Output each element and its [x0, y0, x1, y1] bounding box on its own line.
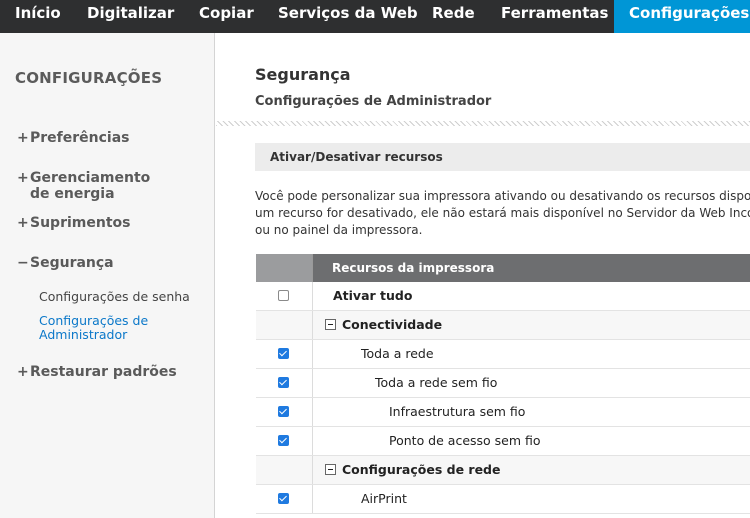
sidebar-item-suprimentos[interactable]: +Suprimentos	[17, 215, 130, 231]
tab-ferramentas[interactable]: Ferramentas	[501, 0, 608, 33]
feature-label: Conectividade	[342, 317, 443, 332]
feature-cell: Infraestrutura sem fio	[313, 398, 750, 426]
checkbox-cell	[256, 340, 313, 368]
table-group-row: Configurações de rede	[256, 456, 750, 485]
expand-icon: +	[17, 130, 29, 146]
page-title: Segurança	[255, 65, 351, 84]
collapse-icon[interactable]	[325, 319, 336, 330]
checkbox-checked[interactable]	[278, 493, 289, 504]
table-row: Toda a rede sem fio	[256, 369, 750, 398]
feature-label: Infraestrutura sem fio	[389, 404, 526, 419]
sidebar-subitem-configuracoes-de-senha[interactable]: Configurações de senha	[39, 290, 190, 304]
table-row: Ponto de acesso sem fio	[256, 427, 750, 456]
feature-label: Configurações de rede	[342, 462, 501, 477]
sidebar-item-restaurar-padroes[interactable]: +Restaurar padrões	[17, 364, 177, 380]
tab-copiar[interactable]: Copiar	[199, 0, 254, 33]
column-header: Recursos da impressora	[332, 261, 495, 275]
section-title: Ativar/Desativar recursos	[270, 150, 443, 164]
feature-cell: Conectividade	[313, 311, 750, 339]
checkbox-checked[interactable]	[278, 435, 289, 446]
table-row: Toda a rede	[256, 340, 750, 369]
main-content: Segurança Configurações de Administrador…	[216, 33, 750, 518]
checkbox-cell	[256, 398, 313, 426]
feature-cell: Toda a rede sem fio	[313, 369, 750, 397]
sidebar-item-label: Preferências	[30, 130, 130, 146]
checkbox-cell	[256, 427, 313, 455]
checkbox-cell	[256, 369, 313, 397]
sidebar-item-gerenciamento-de-energia[interactable]: +Gerenciamento de energia	[17, 170, 170, 202]
expand-icon: +	[17, 364, 29, 380]
feature-label: Ativar tudo	[333, 288, 413, 303]
table-row: AirPrint	[256, 485, 750, 514]
feature-cell: Ponto de acesso sem fio	[313, 427, 750, 455]
feature-label: Toda a rede	[361, 346, 434, 361]
sidebar-item-seguranca[interactable]: −Segurança	[17, 255, 114, 271]
checkbox-cell	[256, 311, 313, 339]
table-row: Ativar tudo	[256, 282, 750, 311]
sidebar-item-preferencias[interactable]: +Preferências	[17, 130, 130, 146]
sidebar-item-label: Restaurar padrões	[30, 364, 177, 380]
header-checkbox-column	[256, 254, 313, 282]
checkbox-checked[interactable]	[278, 406, 289, 417]
expand-icon: +	[17, 170, 29, 186]
feature-cell: Toda a rede	[313, 340, 750, 368]
checkbox-cell	[256, 456, 313, 484]
table-header: Recursos da impressora	[256, 254, 750, 282]
checkbox-checked[interactable]	[278, 377, 289, 388]
sidebar-title: CONFIGURAÇÕES	[15, 69, 163, 87]
feature-label: Ponto de acesso sem fio	[389, 433, 541, 448]
sidebar-item-label: Suprimentos	[30, 215, 131, 231]
sidebar-item-label: Gerenciamento de energia	[30, 170, 151, 202]
collapse-icon: −	[17, 255, 29, 271]
table-row: Infraestrutura sem fio	[256, 398, 750, 427]
feature-cell: Configurações de rede	[313, 456, 750, 484]
divider	[216, 121, 750, 126]
feature-cell: AirPrint	[313, 485, 750, 513]
tab-servicos-da-web[interactable]: Serviços da Web	[278, 0, 418, 33]
feature-label: Toda a rede sem fio	[375, 375, 498, 390]
sidebar: CONFIGURAÇÕES +Preferências +Gerenciamen…	[0, 33, 215, 518]
features-table: Recursos da impressora Ativar tudo Conect…	[256, 254, 750, 514]
feature-label: AirPrint	[361, 491, 407, 506]
collapse-icon[interactable]	[325, 464, 336, 475]
feature-cell: Ativar tudo	[313, 282, 750, 310]
top-nav: Início Digitalizar Copiar Serviços da We…	[0, 0, 750, 33]
section-description: Você pode personalizar sua impressora at…	[255, 189, 750, 237]
page-subtitle: Configurações de Administrador	[255, 94, 492, 109]
sidebar-subitem-configuracoes-de-administrador[interactable]: Configurações de Administrador	[39, 314, 159, 342]
checkbox-cell	[256, 485, 313, 513]
tab-digitalizar[interactable]: Digitalizar	[87, 0, 174, 33]
checkbox[interactable]	[278, 290, 289, 301]
expand-icon: +	[17, 215, 29, 231]
checkbox-checked[interactable]	[278, 348, 289, 359]
section-header: Ativar/Desativar recursos	[255, 143, 750, 171]
tab-rede[interactable]: Rede	[432, 0, 475, 33]
checkbox-cell	[256, 282, 313, 310]
table-group-row: Conectividade	[256, 311, 750, 340]
sidebar-item-label: Segurança	[30, 255, 114, 271]
tab-configuracoes[interactable]: Configurações	[614, 0, 750, 33]
tab-inicio[interactable]: Início	[15, 0, 61, 33]
